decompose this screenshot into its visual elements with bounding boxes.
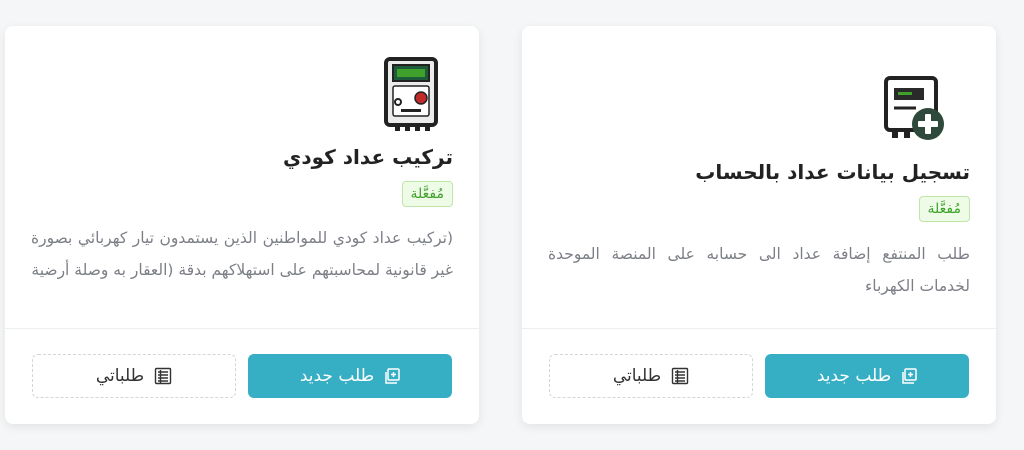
- service-card-register-meter: تسجيل بيانات عداد بالحساب مُفعَّلة طلب ا…: [522, 26, 996, 424]
- card-title: تركيب عداد كودي: [283, 145, 453, 169]
- service-card-coded-meter: تركيب عداد كودي مُفعَّلة (تركيب عداد كود…: [5, 26, 479, 424]
- add-request-icon: [901, 368, 917, 384]
- my-requests-button[interactable]: طلباتي: [549, 354, 753, 398]
- my-requests-label: طلباتي: [95, 366, 145, 386]
- new-request-label: طلب جديد: [816, 366, 892, 386]
- meter-add-icon: [878, 72, 950, 148]
- new-request-button[interactable]: طلب جديد: [765, 354, 969, 398]
- status-badge: مُفعَّلة: [401, 181, 453, 207]
- coded-meter-icon: [383, 56, 439, 136]
- my-requests-button[interactable]: طلباتي: [32, 354, 236, 398]
- divider: [522, 328, 996, 329]
- new-request-button[interactable]: طلب جديد: [248, 354, 452, 398]
- card-description: (تركيب عداد كودي للمواطنين الذين يستمدون…: [31, 229, 453, 279]
- my-requests-label: طلباتي: [612, 366, 662, 386]
- status-badge: مُفعَّلة: [918, 196, 970, 222]
- card-description: طلب المنتفع إضافة عداد الى حسابه على الم…: [548, 245, 970, 295]
- new-request-label: طلب جديد: [299, 366, 375, 386]
- divider: [5, 328, 479, 329]
- list-icon: [154, 367, 172, 385]
- list-icon: [671, 367, 689, 385]
- add-request-icon: [384, 368, 400, 384]
- card-title: تسجيل بيانات عداد بالحساب: [695, 160, 970, 184]
